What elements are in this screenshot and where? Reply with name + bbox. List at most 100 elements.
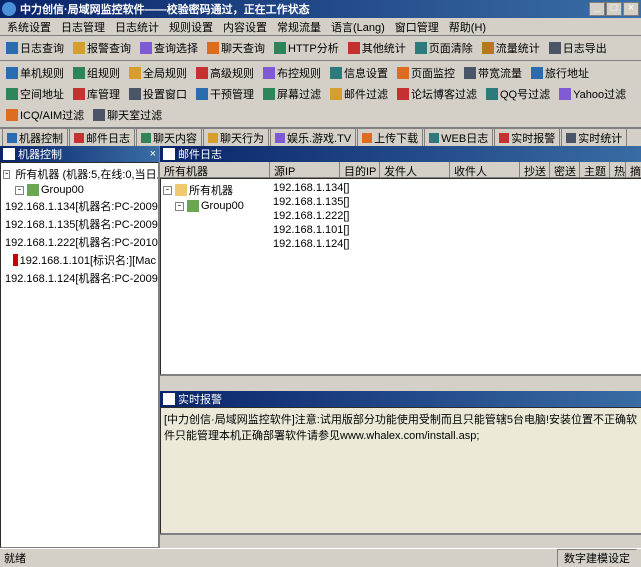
menu-帮助(H)[interactable]: 帮助(H) — [444, 18, 491, 36]
tab-邮件日志[interactable]: 邮件日志 — [69, 128, 135, 146]
column-收件人[interactable]: 收件人 — [450, 162, 520, 177]
horizontal-scrollbar[interactable] — [160, 375, 641, 389]
column-抄送[interactable]: 抄送 — [520, 162, 550, 177]
minimize-button[interactable]: _ — [589, 2, 605, 16]
toolbar-布控规则[interactable]: 布控规则 — [259, 63, 325, 83]
menu-语言(Lang)[interactable]: 语言(Lang) — [326, 18, 390, 36]
close-button[interactable]: × — [623, 2, 639, 16]
column-热[interactable]: 热 — [610, 162, 626, 177]
toolbar-页面监控[interactable]: 页面监控 — [393, 63, 459, 83]
toolbar-日志查询[interactable]: 日志查询 — [2, 38, 68, 58]
menu-系统设置[interactable]: 系统设置 — [2, 18, 56, 36]
tree-label: Group00 — [41, 184, 84, 196]
toolbar-高级规则[interactable]: 高级规则 — [192, 63, 258, 83]
tab-聊天行为[interactable]: 聊天行为 — [203, 128, 269, 146]
tab-label: 上传下载 — [374, 130, 418, 146]
left-panel-close[interactable]: × — [150, 148, 156, 160]
toolbar-旅行地址[interactable]: 旅行地址 — [527, 63, 593, 83]
tab-label: 实时统计 — [578, 130, 622, 146]
toolbar-label: 聊天查询 — [221, 40, 265, 56]
toolbar-日志导出[interactable]: 日志导出 — [545, 38, 611, 58]
tab-娱乐.游戏.TV[interactable]: 娱乐.游戏.TV — [270, 128, 356, 146]
tab-聊天内容[interactable]: 聊天内容 — [136, 128, 202, 146]
tree-toggle-icon[interactable]: - — [163, 186, 172, 195]
menu-日志管理[interactable]: 日志管理 — [56, 18, 110, 36]
tree-label: 192.168.1.101[标识名:][Mac — [20, 252, 156, 268]
toolbar-报警查询[interactable]: 报警查询 — [69, 38, 135, 58]
machine-tree[interactable]: -所有机器 (机器:5,在线:0,当日总流量:0.000 K-Group0019… — [0, 162, 159, 548]
column-发件人[interactable]: 发件人 — [380, 162, 450, 177]
tab-上传下载[interactable]: 上传下载 — [357, 128, 423, 146]
toolbar-信息设置[interactable]: 信息设置 — [326, 63, 392, 83]
menu-内容设置[interactable]: 内容设置 — [218, 18, 272, 36]
toolbar-icon — [73, 88, 85, 100]
tab-机器控制[interactable]: 机器控制 — [2, 128, 68, 146]
toolbar-流量统计[interactable]: 流量统计 — [478, 38, 544, 58]
menu-日志统计[interactable]: 日志统计 — [110, 18, 164, 36]
tab-实时报警[interactable]: 实时报警 — [494, 128, 560, 146]
menu-窗口管理[interactable]: 窗口管理 — [390, 18, 444, 36]
toolbar-干预管理[interactable]: 干预管理 — [192, 84, 258, 104]
menu-规则设置[interactable]: 规则设置 — [164, 18, 218, 36]
toolbar-icon — [549, 42, 561, 54]
tree-host[interactable]: 192.168.1.101[标识名:][Mac — [3, 251, 156, 269]
ip-row[interactable]: 192.168.1.222[] — [273, 209, 639, 223]
tree-host[interactable]: 192.168.1.135[机器名:PC-200911060MI — [3, 215, 156, 233]
column-主题[interactable]: 主题 — [580, 162, 610, 177]
column-所有机器[interactable]: 所有机器 — [160, 162, 270, 177]
toolbar-组规则[interactable]: 组规则 — [69, 63, 124, 83]
toolbar-全局规则[interactable]: 全局规则 — [125, 63, 191, 83]
toolbar-QQ号过滤[interactable]: QQ号过滤 — [482, 84, 554, 104]
tab-icon — [362, 133, 372, 143]
toolbar-聊天室过滤[interactable]: 聊天室过滤 — [89, 105, 166, 125]
toolbar-label: HTTP分析 — [288, 40, 339, 56]
tab-实时统计[interactable]: 实时统计 — [561, 128, 627, 146]
list-tree-group[interactable]: -Group00 — [163, 199, 269, 213]
menu-常规流量[interactable]: 常规流量 — [272, 18, 326, 36]
tab-WEB日志[interactable]: WEB日志 — [424, 128, 493, 146]
tree-toggle-icon[interactable]: - — [15, 186, 24, 195]
toolbar-论坛博客过滤[interactable]: 论坛博客过滤 — [393, 84, 481, 104]
list-tree-root[interactable]: -所有机器 — [163, 181, 269, 199]
horizontal-scrollbar[interactable] — [160, 534, 641, 548]
toolbar-Yahoo过滤[interactable]: Yahoo过滤 — [555, 84, 630, 104]
ip-row[interactable]: 192.168.1.134[] — [273, 181, 639, 195]
toolbar-库管理[interactable]: 库管理 — [69, 84, 124, 104]
mail-list-body[interactable]: -所有机器-Group00 192.168.1.134[]192.168.1.1… — [160, 178, 641, 375]
toolbar-带宽流量[interactable]: 带宽流量 — [460, 63, 526, 83]
toolbar-页面清除[interactable]: 页面清除 — [411, 38, 477, 58]
toolbar-icon — [482, 42, 494, 54]
tree-toggle-icon[interactable]: - — [3, 170, 10, 179]
toolbar-其他统计[interactable]: 其他统计 — [344, 38, 410, 58]
tree-host[interactable]: 192.168.1.134[机器名:PC-200911070U — [3, 197, 156, 215]
column-摘[interactable]: 摘 — [626, 162, 641, 177]
tree-group[interactable]: - Group00 — [3, 183, 156, 197]
tree-toggle-icon[interactable]: - — [175, 202, 184, 211]
toolbar-icon — [196, 67, 208, 79]
toolbar-单机规则[interactable]: 单机规则 — [2, 63, 68, 83]
toolbar-屏幕过滤[interactable]: 屏幕过滤 — [259, 84, 325, 104]
toolbar-HTTP分析[interactable]: HTTP分析 — [270, 38, 343, 58]
alert-text[interactable]: [中力创信·局域网监控软件]注意:试用版部分功能使用受制而且只能管辖5台电脑!安… — [160, 407, 641, 534]
toolbar-icon — [274, 42, 286, 54]
maximize-button[interactable]: □ — [606, 2, 622, 16]
toolbar-投置窗口[interactable]: 投置窗口 — [125, 84, 191, 104]
toolbar-icon — [73, 67, 85, 79]
toolbar-空间地址[interactable]: 空间地址 — [2, 84, 68, 104]
tree-root[interactable]: -所有机器 (机器:5,在线:0,当日总流量:0.000 K — [3, 165, 156, 183]
column-源IP[interactable]: 源IP — [270, 162, 340, 177]
tree-host[interactable]: 192.168.1.124[机器名:PC-20091119TB1 — [3, 269, 156, 287]
status-right: 数字建模设定 — [557, 549, 637, 567]
toolbar-ICQ/AIM过滤[interactable]: ICQ/AIM过滤 — [2, 105, 88, 125]
ip-row[interactable]: 192.168.1.124[] — [273, 237, 639, 251]
toolbar-查询选择[interactable]: 查询选择 — [136, 38, 202, 58]
toolbar-邮件过滤[interactable]: 邮件过滤 — [326, 84, 392, 104]
tree-label: 192.168.1.135[机器名:PC-200911060MI — [5, 216, 159, 232]
menubar: 系统设置日志管理日志统计规则设置内容设置常规流量语言(Lang)窗口管理帮助(H… — [0, 18, 641, 36]
column-密送[interactable]: 密送 — [550, 162, 580, 177]
column-目的IP[interactable]: 目的IP — [340, 162, 380, 177]
ip-row[interactable]: 192.168.1.135[] — [273, 195, 639, 209]
tree-host[interactable]: 192.168.1.222[机器名:PC-20100306SS1 — [3, 233, 156, 251]
toolbar-聊天查询[interactable]: 聊天查询 — [203, 38, 269, 58]
ip-row[interactable]: 192.168.1.101[] — [273, 223, 639, 237]
